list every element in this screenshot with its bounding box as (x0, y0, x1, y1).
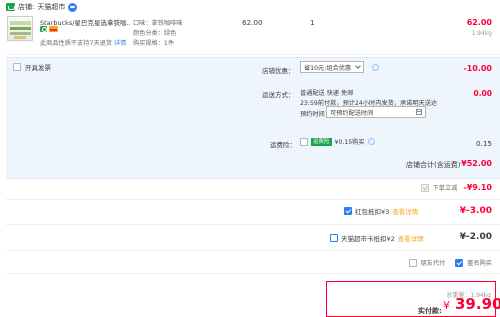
shipping-amount: 0.00 (473, 89, 492, 98)
divider (6, 250, 500, 251)
shop-label: 店铺: (18, 3, 35, 11)
shipping-label: 运送方式： (262, 91, 295, 99)
discount-label: 下单立减 (432, 185, 458, 192)
red-packet-option[interactable]: 红包抵扣¥3 查看详情 (344, 206, 418, 216)
tmall-card-amount: ¥-2.00 (459, 232, 492, 242)
item-weight: 1.94kg (471, 30, 492, 37)
appointment-time-placeholder: 可预约配送时间 (330, 109, 374, 117)
appointment-label: 预约时间 (300, 111, 325, 118)
invoice-checkbox[interactable] (13, 63, 21, 71)
shop-total-amount: ¥52.00 (461, 159, 492, 168)
insurance-price: ¥0.15购买 (334, 139, 365, 146)
product-thumbnail[interactable] (7, 16, 33, 41)
chevron-down-icon (355, 63, 361, 69)
red-packet-details-link[interactable]: 查看详情 (392, 206, 418, 216)
product-badges (40, 26, 58, 32)
insurance-option[interactable]: 运费险 ¥0.15购买 ? (300, 137, 375, 146)
amount-payable-label: 实付款: (418, 307, 442, 315)
invoice-label: 开具发票 (25, 64, 51, 72)
shop-promo-value: 省10元:组合优惠 (304, 64, 352, 72)
red-packet-checkbox[interactable] (344, 207, 352, 215)
shop-header: 店铺: 天猫超市 (6, 1, 78, 13)
return-policy-link[interactable]: 详情 (114, 40, 126, 47)
red-packet-amount: ¥-3.00 (459, 206, 492, 216)
shop-promo-select[interactable]: 省10元:组合优惠 (300, 61, 364, 73)
wangwang-chat-icon[interactable] (68, 2, 78, 12)
guarantee-badge-icon (40, 26, 47, 32)
divider (6, 224, 500, 225)
shop-name[interactable]: 天猫超市 (37, 2, 65, 12)
tmall-card-checkbox[interactable] (330, 234, 338, 242)
spec-flavor: 口味：拿铁咖啡味 (133, 20, 183, 27)
invoice-option[interactable]: 开具发票 (13, 62, 51, 72)
calendar-icon (416, 109, 422, 115)
divider (6, 199, 500, 200)
return-policy-note: 此商品性质不支持7天退货 详情 (40, 38, 126, 47)
anonymous-label: 匿名购买 (467, 260, 492, 267)
service-badge-icon (49, 26, 58, 32)
insurance-checkbox[interactable] (300, 137, 308, 146)
tmall-card-option[interactable]: 天猫超市卡抵扣¥2 查看详情 (330, 233, 424, 243)
friend-pay-checkbox[interactable] (408, 258, 417, 267)
item-total: 62.00 (466, 18, 492, 27)
pay-options: 朋友代付 匿名购买 (408, 258, 492, 267)
discount-check-icon (420, 183, 429, 192)
red-packet-label: 红包抵扣¥3 (355, 208, 390, 216)
anonymous-checkbox[interactable] (455, 258, 464, 267)
appointment-time-input[interactable]: 可预约配送时间 (326, 106, 426, 118)
tmall-card-label: 天猫超市卡抵扣¥2 (341, 235, 395, 243)
shop-promo-label: 店铺优惠： (262, 67, 295, 75)
amount-payable: 39.90 (455, 295, 500, 313)
unit-price: 62.00 (242, 18, 263, 27)
shipping-method: 普通配送 快递 免邮 (300, 90, 354, 97)
shop-icon (6, 3, 15, 11)
shop-total-label: 店铺合计(含运费) (406, 161, 461, 169)
discount-amount: -¥9.10 (463, 183, 492, 192)
insurance-tag: 运费险 (311, 137, 332, 146)
instant-discount: 下单立减 -¥9.10 (420, 183, 492, 192)
quantity: 1 (310, 18, 315, 27)
spec-color: 颜色分类：绿色 (133, 30, 177, 37)
currency-symbol: ¥ (443, 299, 450, 312)
insurance-amount: 0.15 (475, 139, 492, 148)
insurance-label: 运费险： (270, 141, 296, 149)
friend-pay-label: 朋友代付 (420, 260, 446, 267)
spec-package: 购买规格：1件 (133, 40, 175, 47)
divider (6, 273, 500, 274)
return-policy-text: 此商品性质不支持7天退货 (40, 40, 112, 47)
info-icon[interactable] (372, 64, 379, 71)
help-icon[interactable]: ? (367, 138, 375, 145)
shop-promo-amount: -10.00 (463, 64, 492, 73)
tmall-card-details-link[interactable]: 查看详情 (398, 233, 424, 243)
